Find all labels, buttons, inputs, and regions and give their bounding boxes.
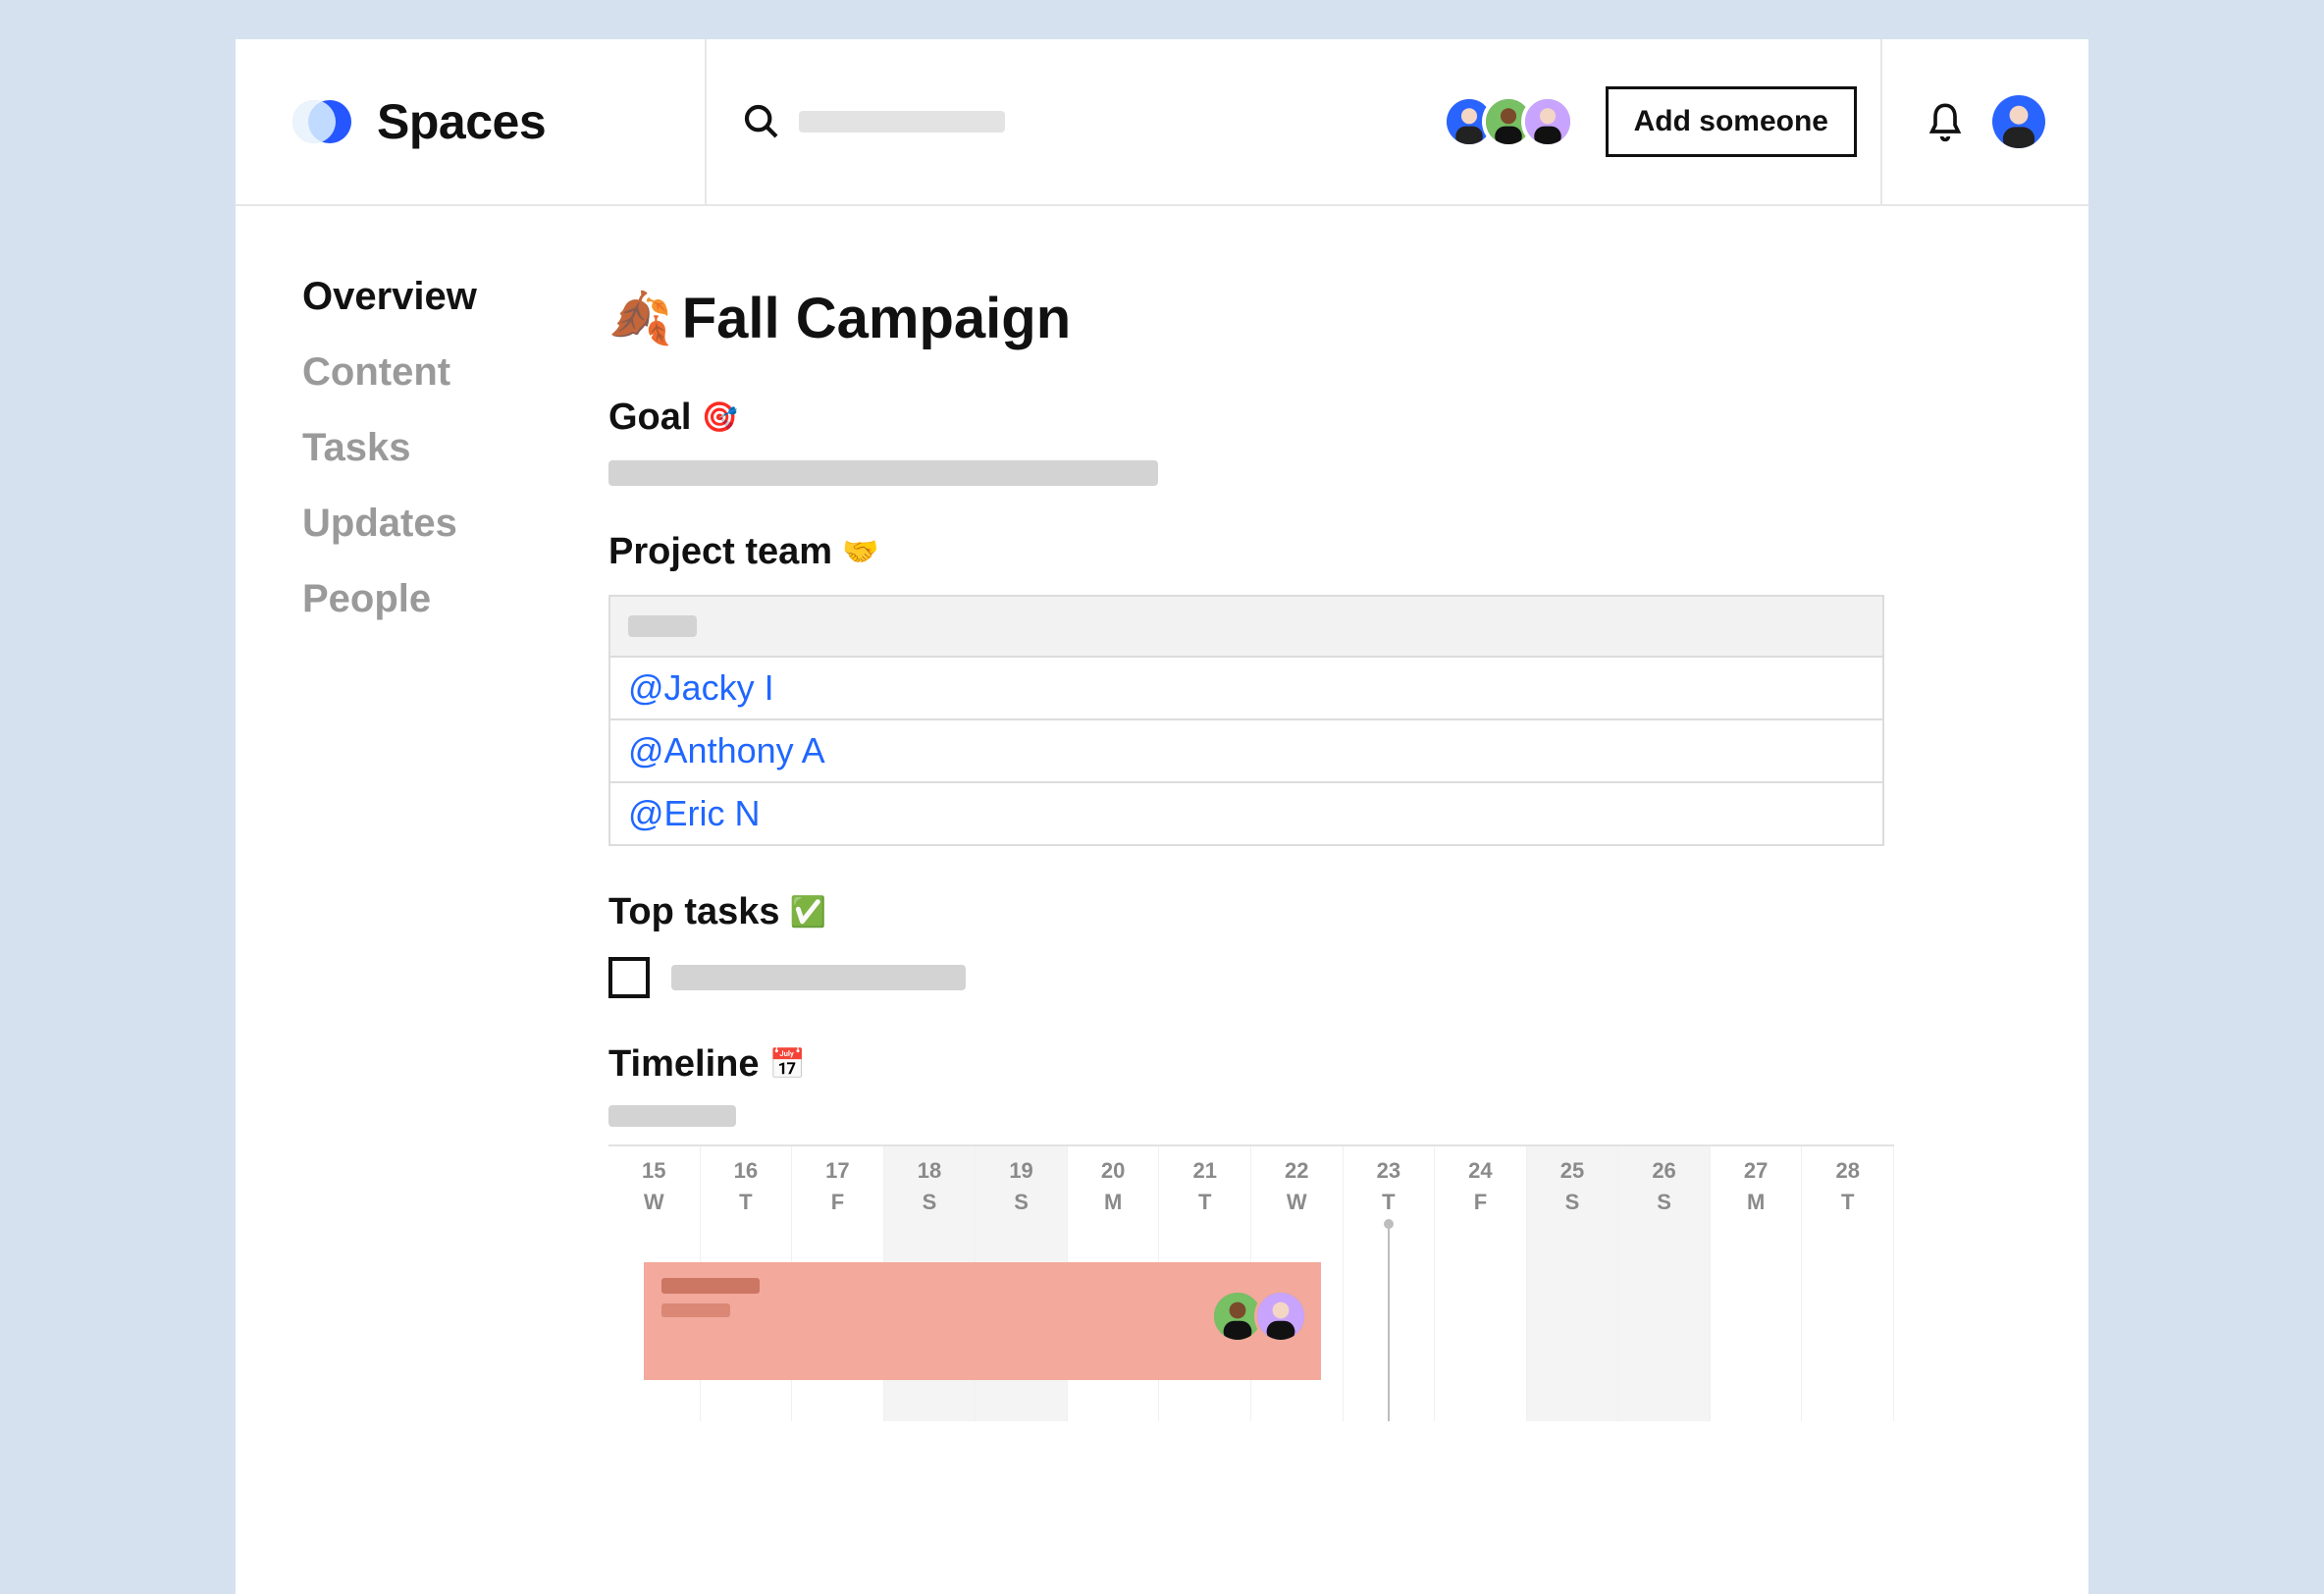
sidebar-item-people[interactable]: People (302, 561, 608, 637)
member-avatar-stack[interactable] (1443, 95, 1574, 148)
timeline-day-number: 27 (1711, 1158, 1802, 1184)
app-window: Spaces (236, 39, 2088, 1594)
search[interactable] (742, 102, 1423, 141)
team-table-header-placeholder (628, 615, 697, 637)
task-checkbox[interactable] (608, 957, 650, 998)
timeline-day-number: 15 (608, 1158, 700, 1184)
timeline-day-number: 16 (701, 1158, 792, 1184)
timeline-day-letter: F (792, 1190, 883, 1215)
timeline-day-letter: W (1251, 1190, 1343, 1215)
target-icon: 🎯 (701, 400, 737, 435)
member-avatar[interactable] (1521, 95, 1574, 148)
page-title: 🍂 Fall Campaign (608, 286, 2030, 351)
section-team-label: Project team (608, 531, 832, 573)
topbar-middle: Add someone (707, 39, 1882, 204)
current-user-avatar[interactable] (1992, 95, 2045, 148)
timeline-day-letter: T (1344, 1190, 1435, 1215)
timeline-day[interactable]: 25 S (1527, 1146, 1619, 1421)
timeline-event[interactable] (644, 1262, 1321, 1380)
leaf-icon: 🍂 (608, 289, 672, 348)
notifications-icon[interactable] (1926, 100, 1965, 143)
team-table: @Jacky I @Anthony A @Eric N (608, 595, 1884, 846)
team-member-link[interactable]: @Eric N (610, 783, 1882, 844)
team-member-link[interactable]: @Anthony A (610, 720, 1882, 783)
timeline-day-letter: T (701, 1190, 792, 1215)
timeline-day-letter: S (1618, 1190, 1710, 1215)
timeline-day-number: 26 (1618, 1158, 1710, 1184)
timeline-day-letter: M (1711, 1190, 1802, 1215)
timeline-day-letter: T (1159, 1190, 1250, 1215)
brand: Spaces (236, 39, 707, 204)
timeline-day-letter: T (1802, 1190, 1893, 1215)
search-placeholder (799, 111, 1005, 133)
event-subtitle-placeholder (661, 1303, 730, 1317)
timeline-day-letter: M (1068, 1190, 1159, 1215)
section-timeline-heading: Timeline 📅 (608, 1043, 2030, 1086)
calendar-icon: 📅 (768, 1047, 805, 1082)
page-title-text: Fall Campaign (682, 286, 1071, 351)
timeline-day-letter: W (608, 1190, 700, 1215)
goal-placeholder[interactable] (608, 460, 1158, 486)
section-goal-label: Goal (608, 397, 691, 439)
timeline-day-letter: S (1527, 1190, 1618, 1215)
today-marker-line (1388, 1225, 1390, 1421)
topbar: Spaces (236, 39, 2088, 206)
topbar-right (1882, 39, 2088, 204)
timeline-day[interactable]: 28 T (1802, 1146, 1894, 1421)
sidebar-item-updates[interactable]: Updates (302, 486, 608, 561)
main: 🍂 Fall Campaign Goal 🎯 Project team 🤝 @J… (608, 206, 2088, 1421)
section-team-heading: Project team 🤝 (608, 531, 2030, 573)
timeline-day-number: 24 (1435, 1158, 1526, 1184)
timeline-day-letter: F (1435, 1190, 1526, 1215)
timeline-day[interactable]: 23 T (1344, 1146, 1436, 1421)
timeline-day-number: 21 (1159, 1158, 1250, 1184)
timeline-day-number: 23 (1344, 1158, 1435, 1184)
task-placeholder[interactable] (671, 965, 966, 990)
check-icon: ✅ (790, 895, 826, 930)
team-table-header (610, 597, 1882, 658)
timeline: 15W16T17F18S19S20M21T22W23T24F25S26S27M2… (608, 1144, 1894, 1421)
timeline-day-letter: S (884, 1190, 976, 1215)
timeline-day-letter: S (976, 1190, 1067, 1215)
timeline-day-number: 18 (884, 1158, 976, 1184)
brand-name: Spaces (377, 93, 546, 150)
sidebar: Overview Content Tasks Updates People (236, 206, 608, 1421)
timeline-day[interactable]: 26 S (1618, 1146, 1711, 1421)
team-member-link[interactable]: @Jacky I (610, 658, 1882, 720)
sidebar-item-overview[interactable]: Overview (302, 259, 608, 335)
brand-logo-icon (290, 90, 353, 153)
search-icon (742, 102, 781, 141)
timeline-day[interactable]: 24 F (1435, 1146, 1527, 1421)
section-tasks-heading: Top tasks ✅ (608, 891, 2030, 933)
event-title-placeholder (661, 1278, 760, 1294)
sidebar-item-content[interactable]: Content (302, 335, 608, 410)
section-tasks-label: Top tasks (608, 891, 780, 933)
timeline-day-number: 19 (976, 1158, 1067, 1184)
timeline-day[interactable]: 27 M (1711, 1146, 1803, 1421)
event-assignee-avatar[interactable] (1254, 1290, 1307, 1343)
add-someone-button[interactable]: Add someone (1606, 86, 1857, 157)
timeline-day-number: 22 (1251, 1158, 1343, 1184)
section-goal-heading: Goal 🎯 (608, 397, 2030, 439)
timeline-day-number: 17 (792, 1158, 883, 1184)
section-timeline-label: Timeline (608, 1043, 759, 1086)
timeline-day-number: 20 (1068, 1158, 1159, 1184)
event-avatars (1211, 1290, 1307, 1343)
timeline-grid: 15W16T17F18S19S20M21T22W23T24F25S26S27M2… (608, 1146, 1894, 1421)
timeline-day-number: 28 (1802, 1158, 1893, 1184)
task-row (608, 957, 2030, 998)
body: Overview Content Tasks Updates People 🍂 … (236, 206, 2088, 1421)
timeline-subheading-placeholder (608, 1105, 736, 1127)
handshake-icon: 🤝 (842, 535, 878, 569)
sidebar-item-tasks[interactable]: Tasks (302, 410, 608, 486)
timeline-day-number: 25 (1527, 1158, 1618, 1184)
